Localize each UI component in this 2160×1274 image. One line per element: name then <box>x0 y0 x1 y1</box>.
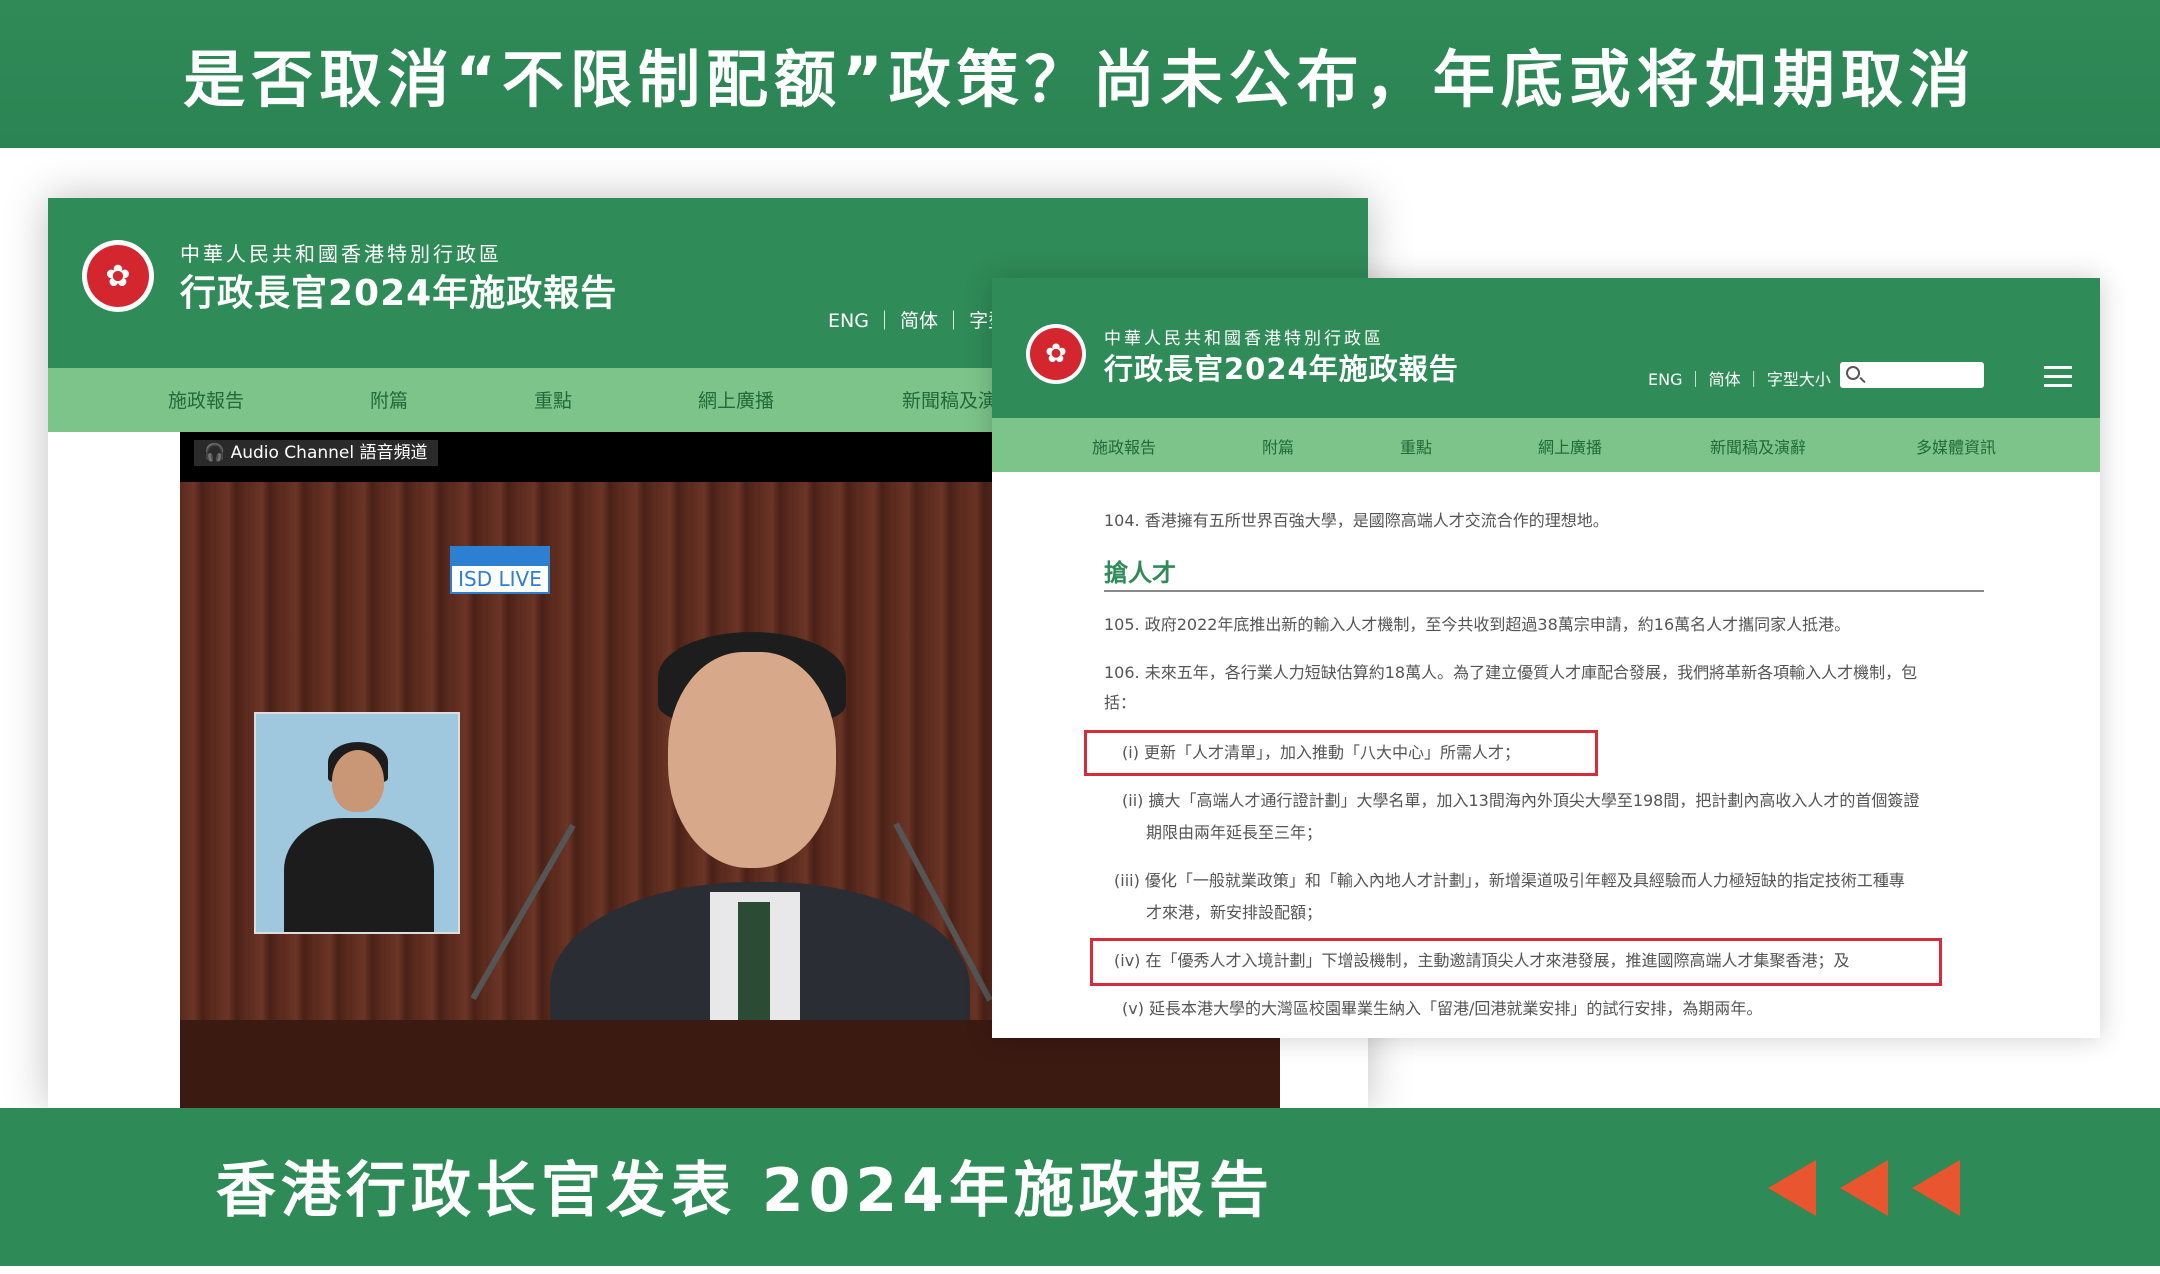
headline: 是否取消“不限制配额”政策？尚未公布，年底或将如期取消 <box>183 43 1977 116</box>
sign-language-interpreter <box>254 712 460 934</box>
bottom-caption: 香港行政长官发表 2024年施政报告 <box>216 1156 1274 1226</box>
paragraph-106: 106. 未來五年，各行業人力短缺估算約18萬人。為了建立優質人才庫配合發展，我… <box>1104 663 1918 682</box>
right-browser-window: ✿ 中華人民共和國香港特別行政區 行政長官2024年施政報告 ENG ｜ 简体 … <box>992 278 2100 1038</box>
list-item-iii: (iii) 優化「一般就業政策」和「輸入內地人才計劃」，新增渠道吸引年輕及具經驗… <box>1114 871 1905 890</box>
nav-item-policy-address[interactable]: 施政報告 <box>1092 434 1156 458</box>
site-title: 行政長官2024年施政報告 <box>180 273 618 314</box>
site-subtitle: 中華人民共和國香港特別行政區 <box>180 242 502 266</box>
nav-item-webcast[interactable]: 網上廣播 <box>698 386 774 413</box>
site-title: 行政長官2024年施政報告 <box>1104 352 1459 386</box>
nav-item-highlights[interactable]: 重點 <box>534 386 572 413</box>
list-item-ii-cont: 期限由兩年延長至三年； <box>1146 823 1323 842</box>
site-nav-right: 施政報告 附篇 重點 網上廣播 新聞稿及演辭 多媒體資訊 <box>992 418 2100 472</box>
audio-channel-label[interactable]: 🎧 Audio Channel 語音頻道 <box>194 440 438 466</box>
nav-item-press[interactable]: 新聞稿及演辭 <box>1710 434 1806 458</box>
nav-item-highlights[interactable]: 重點 <box>1400 434 1432 458</box>
list-item-iii-cont: 才來港，新安排設配額； <box>1146 903 1323 922</box>
list-item-v: (v) 延長本港大學的大灣區校園畢業生納入「留港/回港就業安排」的試行安排，為期… <box>1122 999 1763 1018</box>
paragraph-105: 105. 政府2022年底推出新的輸入人才機制，至今共收到超過38萬宗申請，約1… <box>1104 615 1851 634</box>
section-heading: 搶人才 <box>1104 559 1176 587</box>
nav-item-multimedia[interactable]: 多媒體資訊 <box>1916 434 1996 458</box>
bottom-banner: 香港行政长官发表 2024年施政报告 <box>0 1108 2160 1266</box>
headphones-icon: 🎧 <box>204 443 231 463</box>
arrow-group <box>1768 1160 1960 1216</box>
top-banner: 是否取消“不限制配额”政策？尚未公布，年底或将如期取消 <box>0 0 2160 148</box>
nav-item-webcast[interactable]: 網上廣播 <box>1538 434 1602 458</box>
list-item-iv: (iv) 在「優秀人才入境計劃」下增設機制，主動邀請頂尖人才來港發展，推進國際高… <box>1114 951 1850 970</box>
arrow-left-icon <box>1768 1160 1816 1216</box>
nav-item-supplement[interactable]: 附篇 <box>1262 434 1294 458</box>
list-item-ii: (ii) 擴大「高端人才通行證計劃」大學名單，加入13間海內外頂尖大學至198間… <box>1122 791 1920 810</box>
site-header-right: ✿ 中華人民共和國香港特別行政區 行政長官2024年施政報告 ENG ｜ 简体 … <box>992 278 2100 418</box>
hk-emblem-icon: ✿ <box>1026 324 1086 384</box>
nav-item-policy-address[interactable]: 施政報告 <box>168 386 244 413</box>
hamburger-menu-icon[interactable] <box>2044 366 2072 388</box>
nav-item-press[interactable]: 新聞稿及演 <box>902 386 997 413</box>
arrow-left-icon <box>1840 1160 1888 1216</box>
language-links[interactable]: ENG ｜ 简体 ｜ 字型大小 <box>1648 366 1831 390</box>
paragraph-106-cont: 括： <box>1104 693 1137 712</box>
nav-item-supplement[interactable]: 附篇 <box>370 386 408 413</box>
language-links[interactable]: ENG ｜ 简体 ｜ 字型 <box>828 306 1007 333</box>
search-input[interactable] <box>1840 362 1984 388</box>
list-item-i: (i) 更新「人才清單」，加入推動「八大中心」所需人才； <box>1122 743 1521 762</box>
paragraph-104: 104. 香港擁有五所世界百強大學，是國際高端人才交流合作的理想地。 <box>1104 511 1609 530</box>
search-icon[interactable] <box>1846 366 1860 380</box>
isd-live-badge: ISD LIVE <box>450 546 550 594</box>
hk-emblem-icon: ✿ <box>82 240 154 312</box>
arrow-left-icon <box>1912 1160 1960 1216</box>
